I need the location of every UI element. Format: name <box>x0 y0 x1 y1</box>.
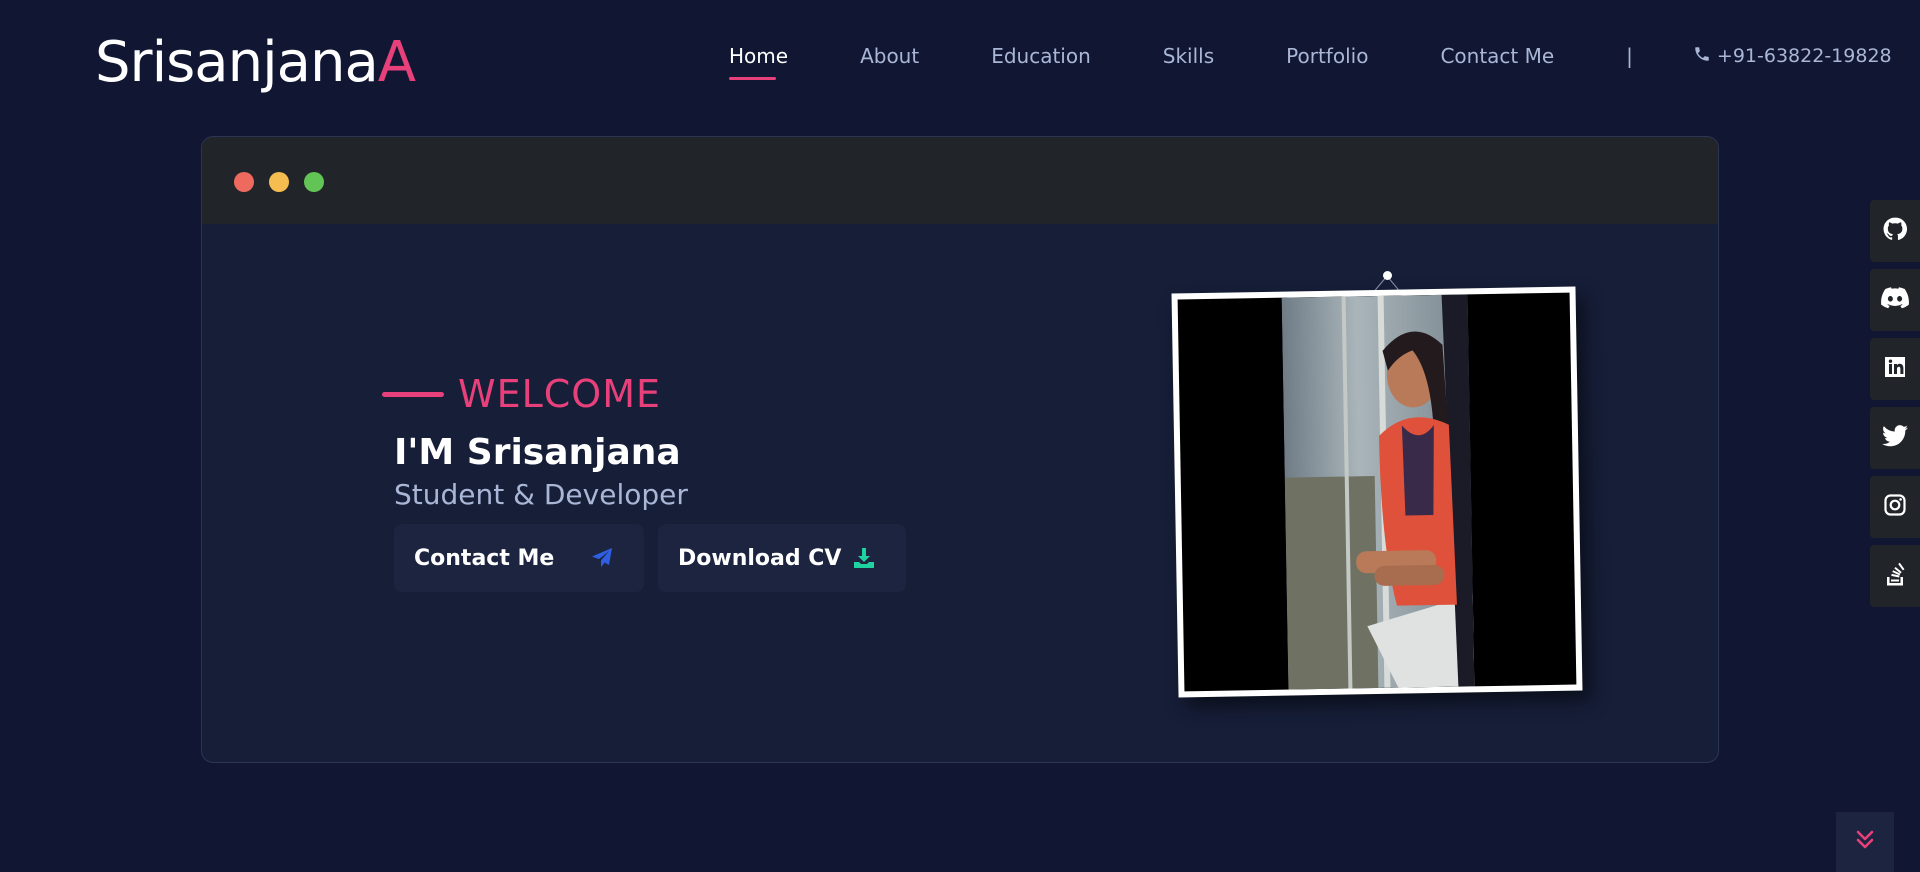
discord-link[interactable] <box>1870 269 1920 331</box>
github-link[interactable] <box>1870 200 1920 262</box>
frame-pin <box>1383 271 1392 280</box>
welcome-text: WELCOME <box>458 372 661 416</box>
photo-border <box>1171 286 1583 698</box>
stackoverflow-link[interactable] <box>1870 545 1920 607</box>
logo-main-text: Srisanjana <box>95 30 379 95</box>
linkedin-icon <box>1883 355 1907 383</box>
welcome-heading: WELCOME <box>382 372 661 416</box>
logo-accent-text: A <box>377 30 416 95</box>
nav-education[interactable]: Education <box>991 44 1091 68</box>
nav-home[interactable]: Home <box>729 44 788 80</box>
site-logo[interactable]: SrisanjanaA <box>95 28 416 98</box>
scroll-down-button[interactable] <box>1836 812 1894 872</box>
nav-about[interactable]: About <box>860 44 919 68</box>
send-icon <box>590 546 614 574</box>
contact-me-label: Contact Me <box>414 545 555 571</box>
instagram-icon <box>1883 493 1907 521</box>
profile-photo-frame <box>1171 268 1584 700</box>
nav-portfolio[interactable]: Portfolio <box>1286 44 1368 68</box>
window-maximize-dot <box>304 172 324 192</box>
hero-name: I'M Srisanjana <box>394 432 681 473</box>
phone-icon <box>1693 45 1717 68</box>
twitter-link[interactable] <box>1870 407 1920 469</box>
twitter-icon <box>1882 425 1908 451</box>
profile-photo-image <box>1281 294 1475 690</box>
main-nav: Home About Education Skills Portfolio Co… <box>729 44 1892 80</box>
phone-number: +91-63822-19828 <box>1716 45 1892 67</box>
hero-role: Student & Developer <box>394 478 688 511</box>
window-minimize-dot <box>269 172 289 192</box>
window-title-bar <box>202 137 1718 224</box>
linkedin-link[interactable] <box>1870 338 1920 400</box>
welcome-line <box>382 391 444 397</box>
contact-me-button[interactable]: Contact Me <box>394 524 644 592</box>
nav-contact[interactable]: Contact Me <box>1440 44 1554 68</box>
nav-skills[interactable]: Skills <box>1163 44 1214 68</box>
download-cv-label: Download CV <box>678 545 842 571</box>
discord-icon <box>1881 287 1909 313</box>
instagram-link[interactable] <box>1870 476 1920 538</box>
github-icon <box>1882 216 1908 246</box>
stackoverflow-icon <box>1884 562 1906 590</box>
download-cv-button[interactable]: Download CV <box>658 524 906 592</box>
social-sidebar <box>1870 200 1920 614</box>
phone-link[interactable]: +91-63822-19828 <box>1693 45 1892 68</box>
profile-photo <box>1177 292 1577 692</box>
download-icon <box>852 546 876 574</box>
site-header: SrisanjanaA Home About Education Skills … <box>0 0 1920 130</box>
nav-separator: | <box>1626 44 1633 68</box>
double-chevron-down-icon <box>1853 828 1877 856</box>
window-close-dot <box>234 172 254 192</box>
